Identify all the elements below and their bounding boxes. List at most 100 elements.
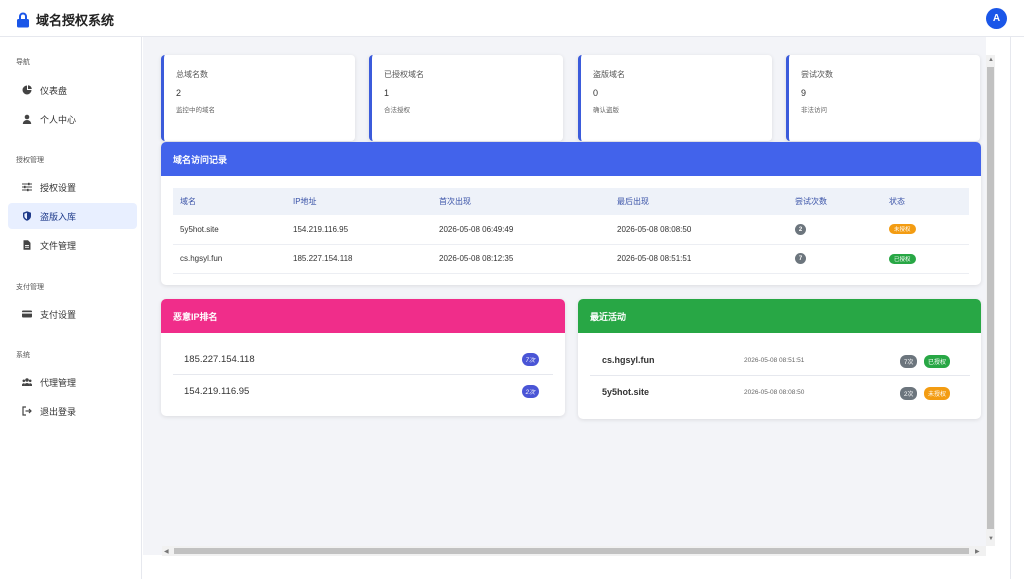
vertical-scroll-thumb[interactable] [987, 67, 994, 529]
table-header-row: 域名 IP地址 首次出现 最后出现 尝试次数 状态 [173, 188, 969, 215]
stat-value: 0 [593, 88, 599, 98]
recent-activity-title: 最近活动 [578, 299, 981, 333]
logout-icon [22, 406, 32, 416]
cell-first-seen: 2026-05-08 08:12:35 [432, 244, 610, 274]
activity-time: 2026-05-08 08:08:50 [744, 389, 805, 396]
table-row[interactable]: cs.hgsyl.fun 185.227.154.118 2026-05-08 … [173, 244, 969, 274]
main-content: 总域名数 2 监控中的域名 已授权域名 1 合法授权 盗版域名 0 确认盗版 尝… [143, 37, 986, 555]
pie-chart-icon [22, 85, 32, 95]
stat-card-authorized: 已授权域名 1 合法授权 [369, 55, 563, 141]
avatar[interactable]: A [986, 8, 1007, 29]
sidebar-item-label: 退出登录 [40, 406, 77, 417]
ip-address: 154.219.116.95 [184, 385, 250, 397]
sidebar-item-piracy[interactable]: 盗版入库 [8, 203, 137, 229]
scroll-up-icon[interactable]: ▲ [988, 57, 994, 63]
count-badge: 7次 [521, 353, 539, 366]
list-item[interactable]: 5y5hot.site 2026-05-08 08:08:50 2次 未授权 [590, 378, 970, 408]
sidebar-item-files[interactable]: 文件管理 [8, 232, 137, 258]
window-edge [1010, 37, 1024, 579]
ip-address: 185.227.154.118 [184, 354, 255, 365]
app-title: 域名授权系统 [36, 13, 115, 28]
sidebar-item-profile[interactable]: 个人中心 [8, 106, 137, 132]
stat-value: 2 [176, 88, 182, 98]
sidebar-section-nav: 导航 [16, 59, 30, 66]
scroll-right-icon[interactable]: ▶ [975, 548, 980, 555]
sidebar: 导航 仪表盘 个人中心 授权管理 授权设置 盗版入库 文件管理 支付管理 支付设… [0, 37, 142, 579]
records-panel: 域名访问记录 域名 IP地址 首次出现 最后出现 尝试次数 状态 5y5hot.… [161, 142, 981, 285]
sidebar-section-system: 系统 [16, 352, 30, 359]
stat-card-attempts: 尝试次数 9 非法访问 [786, 55, 980, 141]
credit-card-icon [22, 309, 32, 319]
scroll-left-icon[interactable]: ◀ [164, 548, 169, 555]
activity-domain: 5y5hot.site [602, 387, 650, 397]
activity-domain: cs.hgsyl.fun [602, 355, 655, 365]
sidebar-item-dashboard[interactable]: 仪表盘 [8, 77, 137, 103]
vertical-scrollbar[interactable]: ▲ ▼ [986, 55, 995, 546]
list-item[interactable]: 154.219.116.95 2次 [173, 376, 553, 406]
cell-domain: cs.hgsyl.fun [173, 244, 286, 274]
scroll-down-icon[interactable]: ▼ [988, 536, 994, 542]
sidebar-item-label: 仪表盘 [40, 85, 68, 96]
stat-label: 尝试次数 [801, 70, 833, 79]
cell-first-seen: 2026-05-08 06:49:49 [432, 215, 610, 245]
sidebar-item-label: 盗版入库 [40, 211, 77, 222]
list-item[interactable]: 185.227.154.118 7次 [173, 345, 553, 375]
column-header[interactable]: 域名 [173, 188, 286, 215]
sidebar-item-license-settings[interactable]: 授权设置 [8, 174, 137, 200]
sidebar-item-label: 代理管理 [40, 377, 77, 388]
ip-rank-panel: 恶意IP排名 185.227.154.118 7次 154.219.116.95… [161, 299, 565, 416]
status-badge: 已授权 [889, 253, 916, 264]
stat-desc: 确认盗版 [593, 107, 619, 114]
table-row[interactable]: 5y5hot.site 154.219.116.95 2026-05-08 06… [173, 215, 969, 245]
stat-desc: 监控中的域名 [176, 107, 215, 114]
cell-status: 已授权 [882, 244, 969, 274]
recent-activity-panel: 最近活动 cs.hgsyl.fun 2026-05-08 08:51:51 7次… [578, 299, 981, 419]
column-header[interactable]: 状态 [882, 188, 969, 215]
count-badge: 2次 [900, 387, 918, 400]
shield-icon [22, 211, 32, 221]
users-icon [22, 377, 32, 387]
column-header[interactable]: 尝试次数 [788, 188, 882, 215]
column-header[interactable]: IP地址 [286, 188, 432, 215]
sidebar-item-label: 个人中心 [40, 114, 77, 125]
cell-status: 未授权 [882, 215, 969, 245]
list-item[interactable]: cs.hgsyl.fun 2026-05-08 08:51:51 7次 已授权 [590, 346, 970, 376]
stat-label: 已授权域名 [384, 70, 424, 79]
stat-card-total: 总域名数 2 监控中的域名 [161, 55, 355, 141]
records-title: 域名访问记录 [161, 142, 981, 176]
count-badge: 2 [795, 224, 806, 235]
sidebar-item-payment-settings[interactable]: 支付设置 [8, 301, 137, 327]
top-bar: 域名授权系统 A [0, 0, 1024, 37]
cell-last-seen: 2026-05-08 08:51:51 [610, 244, 788, 274]
cell-ip: 185.227.154.118 [286, 244, 432, 274]
sidebar-item-agents[interactable]: 代理管理 [8, 369, 137, 395]
horizontal-scrollbar[interactable]: ◀ ▶ [162, 546, 986, 556]
cell-last-seen: 2026-05-08 08:08:50 [610, 215, 788, 245]
sliders-icon [22, 182, 32, 192]
column-header[interactable]: 最后出现 [610, 188, 788, 215]
count-badge: 7 [795, 253, 806, 265]
column-header[interactable]: 首次出现 [432, 188, 610, 215]
cell-domain: 5y5hot.site [173, 215, 286, 245]
stat-value: 9 [801, 88, 807, 98]
status-badge: 未授权 [889, 224, 916, 235]
horizontal-scroll-thumb[interactable] [174, 548, 969, 554]
count-badge: 7次 [900, 355, 918, 368]
lock-icon [16, 12, 30, 28]
cell-ip: 154.219.116.95 [286, 215, 432, 245]
sidebar-item-label: 文件管理 [40, 240, 77, 251]
stat-card-pirated: 盗版域名 0 确认盗版 [578, 55, 772, 141]
sidebar-item-label: 授权设置 [40, 182, 77, 193]
sidebar-item-logout[interactable]: 退出登录 [8, 398, 137, 424]
file-icon [22, 240, 32, 250]
stat-desc: 合法授权 [384, 107, 410, 114]
sidebar-section-license: 授权管理 [16, 157, 44, 164]
count-badge: 2次 [521, 384, 539, 398]
cell-count: 7 [788, 244, 882, 274]
brand[interactable]: 域名授权系统 [16, 10, 114, 29]
status-badge: 已授权 [924, 355, 951, 368]
stat-label: 总域名数 [176, 70, 208, 79]
stat-desc: 非法访问 [801, 107, 827, 114]
stat-value: 1 [384, 88, 390, 98]
user-icon [22, 114, 32, 124]
